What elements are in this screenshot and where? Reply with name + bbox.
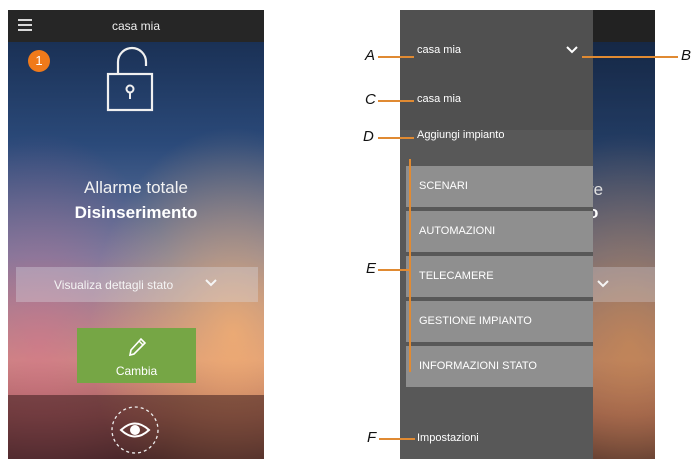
- settings-link[interactable]: Impostazioni: [417, 432, 479, 444]
- callout-f: F: [367, 429, 377, 446]
- home-entry[interactable]: casa mia: [417, 93, 461, 105]
- drawer-header: [400, 10, 593, 130]
- chevron-down-icon: [597, 280, 609, 288]
- change-button-label: Cambia: [115, 364, 158, 378]
- change-button[interactable]: Cambia: [77, 328, 196, 383]
- home-screen: casa mia 1 Allarme totale Disinserimento…: [8, 10, 264, 459]
- callout-b: B: [681, 47, 692, 64]
- menu-item-automazioni[interactable]: AUTOMAZIONI: [406, 211, 593, 252]
- callout-d: D: [363, 128, 374, 145]
- selected-home-label[interactable]: casa mia: [417, 44, 461, 56]
- background-dropdown: [588, 267, 655, 302]
- navigation-drawer: casa mia casa mia Aggiungi impianto SCEN…: [400, 10, 593, 459]
- menu-item-scenari[interactable]: SCENARI: [406, 166, 593, 207]
- callout-c-line: [378, 100, 414, 102]
- callout-a-line: [378, 56, 414, 58]
- callout-b-line: [582, 56, 678, 58]
- drawer-menu-list: SCENARI AUTOMAZIONI TELECAMERE GESTIONE …: [406, 166, 593, 391]
- alarm-state-title: Allarme totale: [84, 178, 188, 197]
- top-bar: casa mia: [8, 10, 264, 42]
- header-title: casa mia: [111, 19, 161, 33]
- chevron-down-icon[interactable]: [566, 45, 578, 55]
- callout-c: C: [365, 91, 376, 108]
- callout-a: A: [365, 47, 376, 64]
- menu-item-gestione-impianto[interactable]: GESTIONE IMPIANTO: [406, 301, 593, 342]
- eye-icon[interactable]: [110, 405, 160, 455]
- alarm-state-subtitle: Disinserimento: [74, 203, 198, 222]
- status-details-label: Visualiza dettagli stato: [54, 278, 174, 292]
- home-screen-with-menu: re o casa mia casa mia Aggiungi impianto…: [400, 10, 655, 459]
- menu-item-telecamere[interactable]: TELECAMERE: [406, 256, 593, 297]
- status-details-dropdown[interactable]: Visualiza dettagli stato: [16, 267, 258, 302]
- callout-e-line: [378, 269, 410, 271]
- callout-f-line: [379, 438, 415, 440]
- callout-e-bracket: [409, 159, 411, 372]
- step-badge: 1: [28, 50, 50, 72]
- unlocked-padlock-icon: [106, 46, 154, 112]
- pencil-icon: [128, 337, 147, 357]
- menu-item-informazioni-stato[interactable]: INFORMAZIONI STATO: [406, 346, 593, 387]
- callout-d-line: [378, 137, 414, 139]
- add-system-link[interactable]: Aggiungi impianto: [417, 129, 504, 141]
- chevron-down-icon: [205, 279, 217, 287]
- callout-e: E: [366, 260, 377, 277]
